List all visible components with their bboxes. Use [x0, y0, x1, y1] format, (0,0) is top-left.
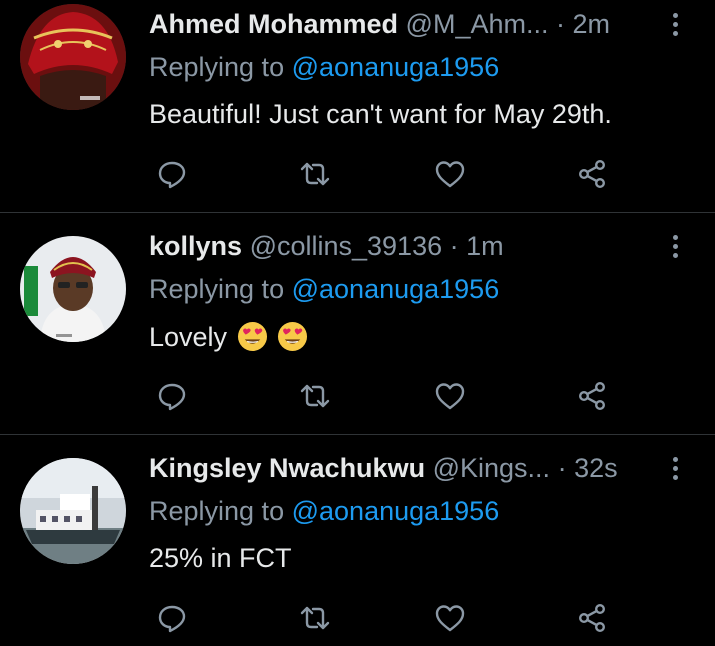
retweet-icon[interactable]: [295, 376, 335, 416]
replying-to-label: Replying to: [149, 496, 285, 526]
tweet-header: Kingsley Nwachukwu @Kings... · 32s: [149, 448, 669, 488]
mention-link[interactable]: @aonanuga1956: [292, 496, 500, 526]
avatar[interactable]: [20, 236, 126, 342]
avatar[interactable]: [20, 458, 126, 564]
timestamp[interactable]: 1m: [466, 231, 504, 261]
like-icon[interactable]: [430, 154, 470, 194]
author-handle[interactable]: @M_Ahm...: [406, 9, 549, 39]
action-bar: [0, 154, 715, 194]
avatar[interactable]: [20, 4, 126, 110]
author-name[interactable]: kollyns: [149, 231, 242, 261]
replying-to-label: Replying to: [149, 52, 285, 82]
timestamp[interactable]: 2m: [573, 9, 611, 39]
more-options-icon[interactable]: [664, 232, 688, 262]
tweet-text-content: Lovely: [149, 322, 228, 352]
replying-to-label: Replying to: [149, 274, 285, 304]
replying-to-line: Replying to @aonanuga1956: [149, 274, 499, 305]
separator-dot: ·: [557, 453, 567, 483]
author-name[interactable]: Ahmed Mohammed: [149, 9, 398, 39]
author-handle[interactable]: @collins_39136: [250, 231, 443, 261]
timestamp[interactable]: 32s: [574, 453, 618, 483]
share-icon[interactable]: [572, 376, 612, 416]
author-handle[interactable]: @Kings...: [433, 453, 550, 483]
tweet-text: Beautiful! Just can't want for May 29th.: [149, 99, 612, 129]
divider: [0, 212, 715, 213]
reply-icon[interactable]: [152, 154, 192, 194]
heart-eyes-emoji: [278, 321, 308, 352]
tweet-header: kollyns @collins_39136 · 1m: [149, 226, 669, 266]
tweet-text: 25% in FCT: [149, 543, 292, 573]
retweet-icon[interactable]: [295, 598, 335, 638]
like-icon[interactable]: [430, 598, 470, 638]
mention-link[interactable]: @aonanuga1956: [292, 274, 500, 304]
separator-dot: ·: [556, 9, 565, 39]
more-options-icon[interactable]: [664, 10, 688, 40]
retweet-icon[interactable]: [295, 154, 335, 194]
more-options-icon[interactable]: [664, 454, 688, 484]
reply-icon[interactable]: [152, 598, 192, 638]
mention-link[interactable]: @aonanuga1956: [292, 52, 500, 82]
heart-eyes-emoji: [237, 321, 267, 352]
like-icon[interactable]: [430, 376, 470, 416]
divider: [0, 434, 715, 435]
action-bar: [0, 598, 715, 638]
author-name[interactable]: Kingsley Nwachukwu: [149, 453, 425, 483]
tweet-2[interactable]: kollyns @collins_39136 · 1m Replying to …: [0, 226, 715, 432]
share-icon[interactable]: [572, 598, 612, 638]
tweet-text: Lovely: [149, 321, 308, 353]
reply-icon[interactable]: [152, 376, 192, 416]
tweet-header: Ahmed Mohammed @M_Ahm... · 2m: [149, 4, 669, 44]
tweet-3[interactable]: Kingsley Nwachukwu @Kings... · 32s Reply…: [0, 448, 715, 646]
action-bar: [0, 376, 715, 416]
share-icon[interactable]: [572, 154, 612, 194]
replying-to-line: Replying to @aonanuga1956: [149, 496, 499, 527]
tweet-1[interactable]: Ahmed Mohammed @M_Ahm... · 2m Replying t…: [0, 4, 715, 210]
separator-dot: ·: [449, 231, 459, 261]
replying-to-line: Replying to @aonanuga1956: [149, 52, 499, 83]
